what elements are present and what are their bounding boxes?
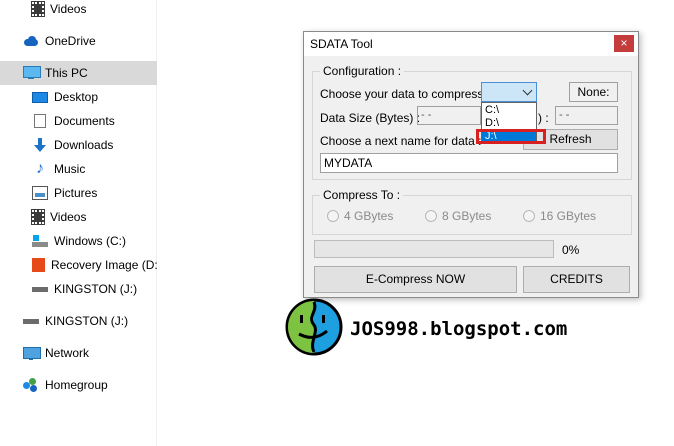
data-size-unit-label: ) :: [538, 111, 549, 125]
onedrive-cloud-icon: [23, 34, 39, 48]
configuration-group-title: Configuration :: [320, 64, 405, 78]
nav-item-music[interactable]: ♪ Music: [0, 157, 157, 181]
data-name-input[interactable]: MYDATA: [320, 153, 618, 173]
dialog-title: SDATA Tool: [310, 37, 373, 51]
pictures-icon: [32, 186, 48, 200]
nav-item-videos[interactable]: Videos: [0, 205, 157, 229]
radio-4gb[interactable]: 4 GBytes: [327, 209, 393, 223]
nav-item-homegroup[interactable]: Homegroup: [0, 373, 157, 397]
nav-item-pictures[interactable]: Pictures: [0, 181, 157, 205]
homegroup-icon: [23, 378, 39, 392]
progress-percent: 0%: [562, 243, 580, 257]
screen: Videos OneDrive This PC Desktop Document…: [0, 0, 674, 446]
nav-item-kingston[interactable]: KINGSTON (J:): [0, 309, 157, 333]
music-icon: ♪: [36, 160, 44, 177]
drive-select[interactable]: [481, 82, 537, 102]
nav-item-onedrive[interactable]: OneDrive: [0, 29, 157, 53]
usb-drive-icon: [32, 282, 48, 296]
highlight-annotation-box: [476, 129, 546, 144]
navigation-pane: Videos OneDrive This PC Desktop Document…: [0, 0, 157, 446]
close-button[interactable]: ×: [614, 35, 634, 52]
network-icon: [23, 346, 41, 360]
this-pc-icon: [23, 66, 41, 80]
nav-item-downloads[interactable]: Downloads: [0, 133, 157, 157]
nav-item-windows-c[interactable]: Windows (C:): [0, 229, 157, 253]
next-name-label: Choose a next name for data :: [320, 134, 482, 148]
compress-to-group-title: Compress To :: [320, 188, 404, 202]
radio-circle-icon: [425, 210, 437, 222]
jos998-logo-icon: [285, 298, 343, 356]
radio-circle-icon: [327, 210, 339, 222]
film-icon: [31, 209, 45, 225]
chevron-down-icon: [522, 85, 533, 96]
nav-item-documents[interactable]: Documents: [0, 109, 157, 133]
nav-item-kingston-sub[interactable]: KINGSTON (J:): [0, 277, 157, 301]
compress-progress-bar: [314, 240, 554, 258]
dialog-titlebar[interactable]: SDATA Tool ×: [304, 32, 638, 56]
nav-item-this-pc[interactable]: This PC: [0, 61, 157, 85]
e-compress-now-button[interactable]: E-Compress NOW: [314, 266, 517, 293]
nav-item-recovery-image[interactable]: Recovery Image (D:: [0, 253, 157, 277]
credits-button[interactable]: CREDITS: [523, 266, 630, 293]
sdata-tool-dialog: SDATA Tool × Configuration : Choose your…: [303, 31, 639, 298]
usb-drive-icon: [23, 314, 39, 328]
nav-item-videos-top[interactable]: Videos: [0, 0, 157, 21]
radio-8gb[interactable]: 8 GBytes: [425, 209, 491, 223]
documents-icon: [34, 114, 46, 128]
desktop-icon: [32, 91, 48, 103]
watermark-text: JOS998.blogspot.com: [350, 318, 568, 340]
data-size-label: Data Size (Bytes) :: [320, 111, 421, 125]
close-icon: ×: [620, 36, 628, 50]
windows-drive-icon: [32, 234, 48, 248]
dropdown-option-c[interactable]: C:\: [482, 104, 536, 117]
none-button[interactable]: None:: [569, 82, 618, 102]
film-icon: [31, 1, 45, 17]
data-size-value: - -: [417, 106, 481, 125]
downloads-icon: [32, 138, 48, 152]
radio-circle-icon: [523, 210, 535, 222]
nav-item-network[interactable]: Network: [0, 341, 157, 365]
nav-item-desktop[interactable]: Desktop: [0, 85, 157, 109]
choose-data-label: Choose your data to compress :: [320, 87, 491, 101]
radio-16gb[interactable]: 16 GBytes: [523, 209, 596, 223]
office-drive-icon: [32, 258, 45, 272]
data-size-value-secondary: - -: [555, 106, 618, 125]
